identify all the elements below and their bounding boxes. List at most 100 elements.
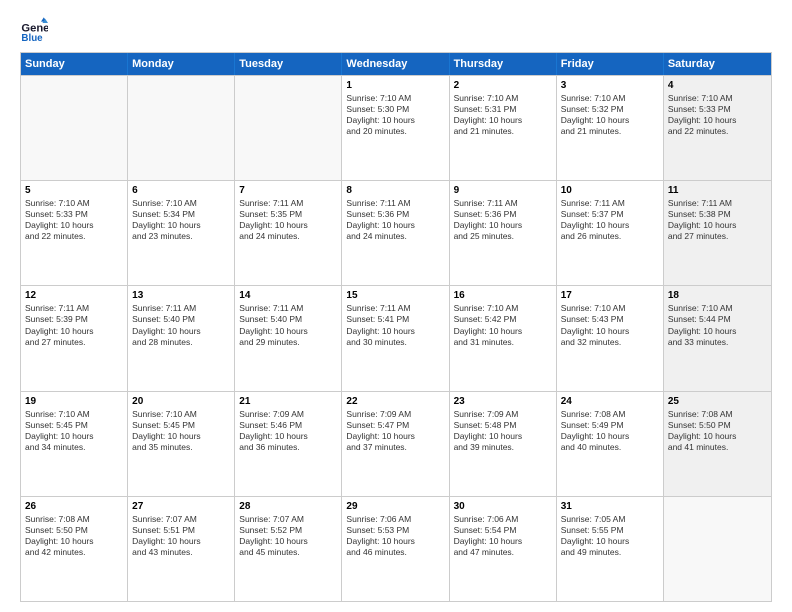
day-number: 25 xyxy=(668,395,767,408)
day-number: 13 xyxy=(132,289,230,302)
day-info: Sunset: 5:43 PM xyxy=(561,314,659,325)
day-info: and 20 minutes. xyxy=(346,126,444,137)
day-info: Daylight: 10 hours xyxy=(668,431,767,442)
day-number: 21 xyxy=(239,395,337,408)
calendar-cell: 25Sunrise: 7:08 AMSunset: 5:50 PMDayligh… xyxy=(664,392,771,496)
calendar-cell: 10Sunrise: 7:11 AMSunset: 5:37 PMDayligh… xyxy=(557,181,664,285)
calendar: SundayMondayTuesdayWednesdayThursdayFrid… xyxy=(20,52,772,602)
day-info: Sunrise: 7:10 AM xyxy=(25,409,123,420)
calendar-cell: 7Sunrise: 7:11 AMSunset: 5:35 PMDaylight… xyxy=(235,181,342,285)
day-info: Sunset: 5:47 PM xyxy=(346,420,444,431)
day-info: Daylight: 10 hours xyxy=(239,536,337,547)
day-info: Daylight: 10 hours xyxy=(454,220,552,231)
day-info: and 23 minutes. xyxy=(132,231,230,242)
day-info: and 22 minutes. xyxy=(668,126,767,137)
day-info: and 40 minutes. xyxy=(561,442,659,453)
day-info: Daylight: 10 hours xyxy=(346,536,444,547)
day-info: and 29 minutes. xyxy=(239,337,337,348)
day-info: Sunset: 5:39 PM xyxy=(25,314,123,325)
day-info: Daylight: 10 hours xyxy=(25,220,123,231)
day-info: Daylight: 10 hours xyxy=(25,326,123,337)
day-info: Sunrise: 7:11 AM xyxy=(239,198,337,209)
day-info: Sunset: 5:40 PM xyxy=(132,314,230,325)
svg-text:Blue: Blue xyxy=(21,33,43,44)
calendar-cell: 14Sunrise: 7:11 AMSunset: 5:40 PMDayligh… xyxy=(235,286,342,390)
day-info: Sunset: 5:52 PM xyxy=(239,525,337,536)
day-number: 26 xyxy=(25,500,123,513)
day-info: Sunset: 5:34 PM xyxy=(132,209,230,220)
day-number: 18 xyxy=(668,289,767,302)
day-number: 31 xyxy=(561,500,659,513)
day-info: Sunset: 5:40 PM xyxy=(239,314,337,325)
day-info: Sunset: 5:50 PM xyxy=(25,525,123,536)
day-number: 4 xyxy=(668,79,767,92)
page-header: General Blue xyxy=(20,16,772,44)
day-info: Sunset: 5:36 PM xyxy=(454,209,552,220)
day-info: Sunset: 5:48 PM xyxy=(454,420,552,431)
day-number: 6 xyxy=(132,184,230,197)
day-info: Sunset: 5:31 PM xyxy=(454,104,552,115)
day-info: and 30 minutes. xyxy=(346,337,444,348)
day-info: Sunrise: 7:07 AM xyxy=(239,514,337,525)
day-info: Daylight: 10 hours xyxy=(239,326,337,337)
day-info: Daylight: 10 hours xyxy=(561,326,659,337)
calendar-cell: 30Sunrise: 7:06 AMSunset: 5:54 PMDayligh… xyxy=(450,497,557,601)
day-info: Daylight: 10 hours xyxy=(454,115,552,126)
day-info: Sunrise: 7:09 AM xyxy=(454,409,552,420)
day-info: Sunrise: 7:10 AM xyxy=(561,303,659,314)
calendar-cell: 4Sunrise: 7:10 AMSunset: 5:33 PMDaylight… xyxy=(664,76,771,180)
weekday-header: Monday xyxy=(128,53,235,75)
day-info: and 33 minutes. xyxy=(668,337,767,348)
day-info: and 34 minutes. xyxy=(25,442,123,453)
day-info: Sunrise: 7:07 AM xyxy=(132,514,230,525)
calendar-row: 1Sunrise: 7:10 AMSunset: 5:30 PMDaylight… xyxy=(21,75,771,180)
day-info: Daylight: 10 hours xyxy=(132,220,230,231)
day-number: 2 xyxy=(454,79,552,92)
day-info: and 36 minutes. xyxy=(239,442,337,453)
day-info: and 42 minutes. xyxy=(25,547,123,558)
day-number: 7 xyxy=(239,184,337,197)
day-info: and 39 minutes. xyxy=(454,442,552,453)
day-info: Sunset: 5:49 PM xyxy=(561,420,659,431)
day-info: and 41 minutes. xyxy=(668,442,767,453)
day-info: Sunrise: 7:11 AM xyxy=(346,303,444,314)
day-info: Sunset: 5:50 PM xyxy=(668,420,767,431)
day-info: Sunrise: 7:10 AM xyxy=(132,409,230,420)
calendar-cell: 23Sunrise: 7:09 AMSunset: 5:48 PMDayligh… xyxy=(450,392,557,496)
day-info: Daylight: 10 hours xyxy=(561,115,659,126)
day-info: Daylight: 10 hours xyxy=(561,431,659,442)
calendar-header: SundayMondayTuesdayWednesdayThursdayFrid… xyxy=(21,53,771,75)
day-info: Daylight: 10 hours xyxy=(454,431,552,442)
calendar-cell: 26Sunrise: 7:08 AMSunset: 5:50 PMDayligh… xyxy=(21,497,128,601)
day-info: Sunset: 5:35 PM xyxy=(239,209,337,220)
day-number: 5 xyxy=(25,184,123,197)
day-info: Sunset: 5:53 PM xyxy=(346,525,444,536)
day-info: Daylight: 10 hours xyxy=(561,220,659,231)
day-info: Daylight: 10 hours xyxy=(561,536,659,547)
day-number: 28 xyxy=(239,500,337,513)
calendar-cell: 31Sunrise: 7:05 AMSunset: 5:55 PMDayligh… xyxy=(557,497,664,601)
day-info: Daylight: 10 hours xyxy=(346,220,444,231)
day-number: 19 xyxy=(25,395,123,408)
day-info: and 27 minutes. xyxy=(668,231,767,242)
calendar-cell xyxy=(128,76,235,180)
calendar-cell: 16Sunrise: 7:10 AMSunset: 5:42 PMDayligh… xyxy=(450,286,557,390)
day-info: Sunset: 5:44 PM xyxy=(668,314,767,325)
day-info: and 21 minutes. xyxy=(561,126,659,137)
calendar-cell: 27Sunrise: 7:07 AMSunset: 5:51 PMDayligh… xyxy=(128,497,235,601)
day-info: Sunset: 5:30 PM xyxy=(346,104,444,115)
calendar-cell: 18Sunrise: 7:10 AMSunset: 5:44 PMDayligh… xyxy=(664,286,771,390)
day-info: and 37 minutes. xyxy=(346,442,444,453)
day-info: and 25 minutes. xyxy=(454,231,552,242)
day-info: Sunrise: 7:09 AM xyxy=(346,409,444,420)
calendar-cell: 22Sunrise: 7:09 AMSunset: 5:47 PMDayligh… xyxy=(342,392,449,496)
calendar-cell: 28Sunrise: 7:07 AMSunset: 5:52 PMDayligh… xyxy=(235,497,342,601)
day-number: 16 xyxy=(454,289,552,302)
calendar-cell: 29Sunrise: 7:06 AMSunset: 5:53 PMDayligh… xyxy=(342,497,449,601)
day-info: and 49 minutes. xyxy=(561,547,659,558)
day-info: Sunset: 5:45 PM xyxy=(132,420,230,431)
day-info: Daylight: 10 hours xyxy=(668,115,767,126)
day-info: Sunrise: 7:10 AM xyxy=(668,303,767,314)
calendar-cell: 21Sunrise: 7:09 AMSunset: 5:46 PMDayligh… xyxy=(235,392,342,496)
logo-icon: General Blue xyxy=(20,16,48,44)
